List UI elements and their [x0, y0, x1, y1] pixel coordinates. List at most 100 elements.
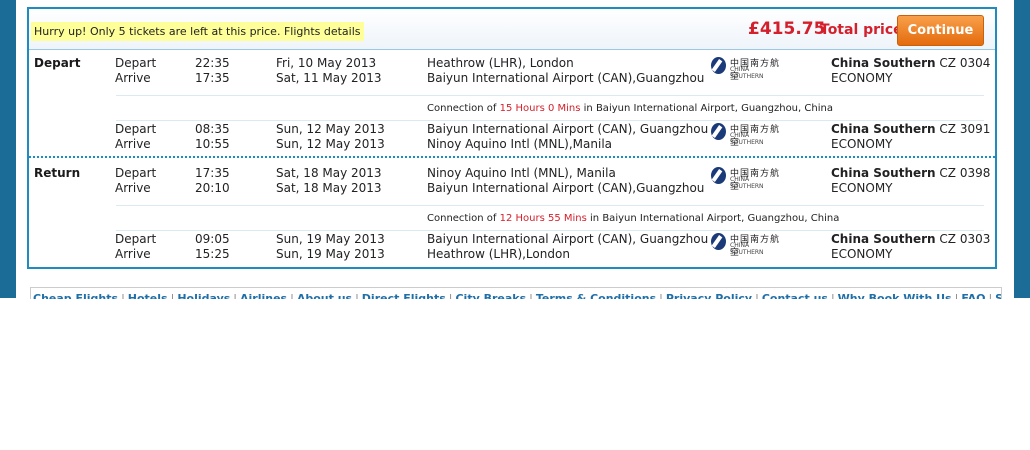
page-panel: Hurry up! Only 5 tickets are left at thi… — [16, 0, 1014, 299]
logo-en-text: CHINA SOUTHERN — [730, 132, 764, 146]
arrive-date: Sun, 12 May 2013 — [276, 137, 385, 151]
depart-date: Sun, 19 May 2013 — [276, 232, 385, 246]
depart-label: Depart — [115, 56, 157, 70]
airline-emblem-icon — [711, 233, 726, 250]
footer-link[interactable]: Airlines — [240, 292, 287, 299]
direction-label: Depart — [34, 56, 81, 70]
depart-label: Depart — [115, 232, 157, 246]
china-southern-logo: 中国南方航空 CHINA SOUTHERN — [711, 232, 781, 258]
arrive-time: 15:25 — [195, 247, 230, 261]
footer-link[interactable]: Privacy Policy — [666, 292, 752, 299]
airline-emblem-icon — [711, 167, 726, 184]
depart-airport: Heathrow (LHR), London — [427, 56, 574, 70]
footer-separator: | — [448, 292, 453, 299]
footer-separator: | — [290, 292, 294, 299]
connection-prefix: Connection of — [427, 213, 497, 224]
footer-link[interactable]: Terms & Conditions — [536, 292, 656, 299]
depart-date: Sun, 12 May 2013 — [276, 122, 385, 136]
depart-time: 08:35 — [195, 122, 230, 136]
footer-separator: | — [529, 292, 533, 299]
arrive-airport: Ninoy Aquino Intl (MNL),Manila — [427, 137, 613, 151]
china-southern-logo: 中国南方航空 CHINA SOUTHERN — [711, 56, 781, 82]
footer-separator: | — [355, 292, 359, 299]
arrive-date: Sat, 11 May 2013 — [276, 71, 382, 85]
footer-link[interactable]: Contact us — [762, 292, 828, 299]
flight-number: CZ 3091 — [939, 122, 991, 136]
footer-separator: | — [954, 292, 959, 299]
footer-separator: | — [170, 292, 175, 299]
footer-link[interactable]: Hotels — [128, 292, 168, 299]
cabin-class: ECONOMY — [831, 247, 893, 261]
airline-name: China Southern — [831, 232, 936, 246]
footer-link[interactable]: City Breaks — [455, 292, 526, 299]
cabin-class: ECONOMY — [831, 137, 893, 151]
footer-link[interactable]: Site Map — [995, 292, 1001, 299]
airline-flight: China Southern CZ 3091 — [831, 122, 990, 136]
depart-date: Sat, 18 May 2013 — [276, 166, 382, 180]
outbound-section: Depart Depart Arrive 22:35 17:35 Fri, 10… — [29, 50, 995, 156]
continue-button[interactable]: Continue — [897, 15, 984, 46]
cabin-class: ECONOMY — [831, 181, 893, 195]
connection-info: Connection of 12 Hours 55 Mins in Baiyun… — [427, 213, 839, 224]
footer-link[interactable]: FAQ — [961, 292, 985, 299]
logo-en-text: CHINA SOUTHERN — [730, 242, 764, 256]
return-section: Return Depart Arrive 17:35 20:10 Sat, 18… — [29, 160, 995, 266]
arrive-date: Sun, 19 May 2013 — [276, 247, 385, 261]
airline-name: China Southern — [831, 166, 936, 180]
card-header: Hurry up! Only 5 tickets are left at thi… — [29, 9, 995, 50]
connection-location: in Baiyun International Airport, Guangzh… — [590, 213, 840, 224]
arrive-airport: Heathrow (LHR),London — [427, 247, 570, 261]
divider — [116, 230, 984, 231]
arrive-time: 10:55 — [195, 137, 230, 151]
footer-links-bar: Cheap Flights | Hotels | Holidays | Airlines | A… — [30, 287, 1002, 299]
footer-link[interactable]: Holidays — [177, 292, 230, 299]
footer-separator: | — [988, 292, 993, 299]
airline-flight: China Southern CZ 0303 — [831, 232, 990, 246]
total-price-label: Total price — [820, 22, 903, 38]
flight-number: CZ 0303 — [939, 232, 991, 246]
arrive-label: Arrive — [115, 181, 151, 195]
depart-time: 09:05 — [195, 232, 230, 246]
arrive-label: Arrive — [115, 247, 151, 261]
hurry-banner: Hurry up! Only 5 tickets are left at thi… — [31, 22, 364, 41]
depart-airport: Baiyun International Airport (CAN), Guan… — [427, 232, 709, 246]
footer-link[interactable]: Why Book With Us — [838, 292, 952, 299]
china-southern-logo: 中国南方航空 CHINA SOUTHERN — [711, 166, 781, 192]
depart-label: Depart — [115, 166, 157, 180]
connection-duration: 12 Hours 55 Mins — [499, 213, 587, 224]
depart-label: Depart — [115, 122, 157, 136]
airline-name: China Southern — [831, 56, 936, 70]
footer-separator: | — [659, 292, 663, 299]
flight-details-card: Hurry up! Only 5 tickets are left at thi… — [27, 7, 997, 269]
direction-label: Return — [34, 166, 81, 180]
arrive-time: 17:35 — [195, 71, 230, 85]
flight-number: CZ 0398 — [939, 166, 991, 180]
arrive-time: 20:10 — [195, 181, 230, 195]
airline-emblem-icon — [711, 57, 726, 74]
airline-emblem-icon — [711, 123, 726, 140]
connection-duration: 15 Hours 0 Mins — [499, 103, 581, 114]
china-southern-logo: 中国南方航空 CHINA SOUTHERN — [711, 122, 781, 148]
arrive-airport: Baiyun International Airport (CAN),Guang… — [427, 71, 705, 85]
arrive-label: Arrive — [115, 137, 151, 151]
connection-prefix: Connection of — [427, 103, 497, 114]
connection-location: in Baiyun International Airport, Guangzh… — [583, 103, 833, 114]
cabin-class: ECONOMY — [831, 71, 893, 85]
airline-flight: China Southern CZ 0398 — [831, 166, 990, 180]
divider — [116, 120, 984, 121]
arrive-label: Arrive — [115, 71, 151, 85]
depart-airport: Baiyun International Airport (CAN), Guan… — [427, 122, 709, 136]
footer-links: Cheap Flights | Hotels | Holidays | Airlines | A… — [33, 292, 1001, 299]
footer-link[interactable]: Cheap Flights — [33, 292, 118, 299]
section-divider — [29, 156, 995, 158]
total-price: £415.75 — [748, 19, 826, 39]
footer-separator: | — [121, 292, 125, 299]
depart-airport: Ninoy Aquino Intl (MNL), Manila — [427, 166, 616, 180]
footer-separator: | — [830, 292, 835, 299]
arrive-airport: Baiyun International Airport (CAN),Guang… — [427, 181, 705, 195]
divider — [116, 95, 984, 96]
footer-link[interactable]: About us — [297, 292, 352, 299]
footer-link[interactable]: Direct Flights — [362, 292, 446, 299]
footer-separator: | — [233, 292, 238, 299]
arrive-date: Sat, 18 May 2013 — [276, 181, 382, 195]
